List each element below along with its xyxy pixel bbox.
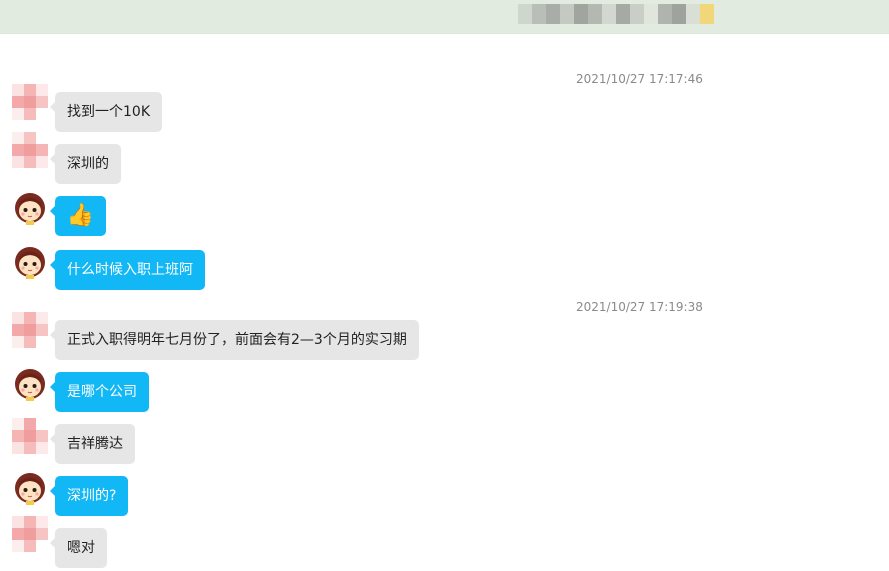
message-bubble[interactable]: 是哪个公司 — [50, 372, 149, 412]
message-bubble[interactable]: 嗯对 — [50, 528, 107, 568]
contact-avatar[interactable] — [12, 516, 48, 552]
thumbs-up-icon: 👍 — [66, 203, 95, 228]
message-bubble[interactable]: 👍 — [50, 196, 106, 236]
contact-avatar[interactable] — [12, 418, 48, 454]
blurred-contact-name — [518, 4, 714, 24]
message-bubble[interactable]: 深圳的? — [49, 476, 129, 516]
header-divider — [0, 33, 889, 34]
my-avatar[interactable] — [12, 470, 48, 506]
my-avatar[interactable] — [12, 244, 48, 280]
my-avatar[interactable] — [12, 366, 48, 402]
message-bubble[interactable]: 正式入职得明年七月份了，前面会有2—3个月的实习期 — [50, 320, 419, 360]
contact-avatar[interactable] — [12, 312, 48, 348]
message-timestamp: 2021/10/27 17:19:38 — [576, 300, 703, 314]
message-bubble[interactable]: 什么时候入职上班阿 — [50, 250, 205, 290]
message-timestamp: 2021/10/27 17:17:46 — [576, 72, 703, 86]
message-bubble[interactable]: 找到一个10K — [50, 92, 162, 132]
contact-avatar[interactable] — [12, 84, 48, 120]
message-bubble[interactable]: 吉祥腾达 — [50, 424, 135, 464]
contact-avatar[interactable] — [12, 132, 48, 168]
chat-header — [0, 0, 889, 33]
message-bubble[interactable]: 深圳的 — [50, 144, 121, 184]
my-avatar[interactable] — [12, 190, 48, 226]
